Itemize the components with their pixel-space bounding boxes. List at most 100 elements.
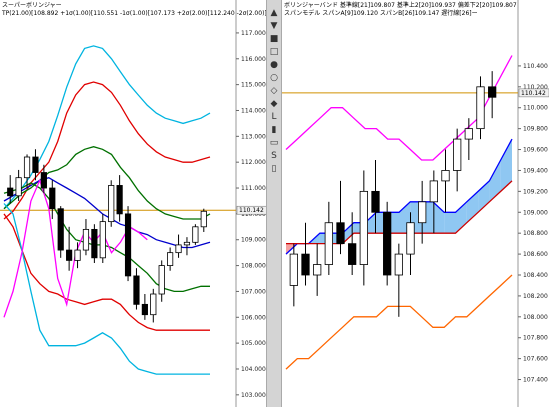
right-tick-label: 110.400 <box>523 63 548 70</box>
right-tick-label: 109.800 <box>523 126 548 133</box>
left-candle-body <box>158 265 165 295</box>
right-candle-body <box>418 201 427 224</box>
right-candle-body <box>313 264 322 276</box>
left-tick-label: 107.000 <box>241 288 266 295</box>
left-price-label: 110.142 <box>239 207 264 214</box>
right-tick-label: 109.200 <box>523 188 548 195</box>
right-candle-body <box>289 253 298 286</box>
left-candle-body <box>141 303 148 316</box>
right-tick-label: 108.800 <box>523 230 548 237</box>
left-candle-body <box>183 241 191 246</box>
right-candle-body <box>383 211 392 276</box>
right-tick-label: 110.000 <box>523 105 548 112</box>
right-candle-body <box>348 243 357 265</box>
left-candle-body <box>23 156 31 179</box>
toolbar-icon[interactable]: S <box>269 151 279 161</box>
right-candle <box>324 201 333 275</box>
left-candle-body <box>116 185 123 215</box>
right-legend-text: スパンモデル スパンA[9]109.120 スパンB[26]109.147 遅行… <box>284 9 478 17</box>
right-candle <box>301 222 310 286</box>
right-candle <box>453 128 462 192</box>
left-candle-body <box>40 172 47 189</box>
left-candle <box>200 208 207 232</box>
left-candle-body <box>200 210 207 228</box>
toolbar-icon[interactable]: ◇ <box>269 86 279 96</box>
left-candle-body <box>32 156 39 173</box>
right-chart-panel[interactable]: 110.400 110.200 110.000 109.800 109.600 109.4… <box>282 0 549 407</box>
left-candle-body <box>175 244 182 254</box>
left-candle <box>175 234 182 258</box>
left-series-line <box>3 182 210 293</box>
left-candle <box>133 268 140 310</box>
right-cloud-segment <box>489 160 501 202</box>
toolbar-icon[interactable]: ▯ <box>269 164 279 174</box>
left-legend-text: スーパーボリンジャー <box>2 1 62 9</box>
toolbar-icon[interactable]: ● <box>269 60 279 70</box>
right-candle-body <box>453 138 462 171</box>
left-candle <box>108 180 115 227</box>
left-chart-panel[interactable]: 117.000 116.000 115.000 114.000 113.000 112.0… <box>0 0 267 407</box>
right-tick-label: 107.800 <box>523 335 548 342</box>
right-candle-body <box>441 170 450 182</box>
right-cloud-segment <box>500 139 512 192</box>
toolbar-icon[interactable]: ■ <box>269 34 279 44</box>
right-legend-text: ボリンジャーバンド 基準線[21]109.807 基準上2[20]109.937… <box>284 1 517 9</box>
right-candle-body <box>324 222 333 265</box>
toolbar-icon[interactable]: ◆ <box>269 99 279 109</box>
left-series-line <box>3 203 210 375</box>
left-candle-body <box>15 177 22 197</box>
left-candle <box>167 247 174 271</box>
left-candle-body <box>108 185 115 223</box>
right-candle <box>313 243 322 296</box>
left-candle-body <box>167 252 174 266</box>
toolbar-icon[interactable]: ○ <box>269 73 279 83</box>
left-candle <box>183 237 191 256</box>
right-candle-body <box>406 222 415 255</box>
right-candle <box>348 212 357 275</box>
left-tick-label: 104.000 <box>241 366 266 373</box>
right-candle-body <box>336 222 345 245</box>
left-tick-label: 106.000 <box>241 314 266 321</box>
right-candle <box>488 71 497 119</box>
toolbar-icon[interactable]: □ <box>269 47 279 57</box>
right-cloud-segment <box>444 212 456 234</box>
right-chart-svg: 110.400110.200110.000109.800109.600109.4… <box>282 0 549 407</box>
right-candle <box>336 180 345 255</box>
left-candle <box>99 213 106 263</box>
right-candle-body <box>488 86 497 98</box>
left-legend-text: TP(21.00)[108.892 +1σ(1.00)[110.551 -1σ(… <box>1 10 266 17</box>
left-y-axis: 117.000 116.000 115.000 114.000 113.000 112.0… <box>235 0 266 407</box>
toolbar-icon[interactable]: ▭ <box>269 138 279 148</box>
right-candle <box>418 180 427 244</box>
right-candle-body <box>301 253 310 276</box>
left-candle <box>82 219 90 256</box>
toolbar-icon[interactable]: ▲ <box>269 8 279 18</box>
toolbar-icon[interactable]: ▼ <box>269 21 279 31</box>
left-candle <box>158 260 165 302</box>
left-tick-label: 112.000 <box>241 159 266 166</box>
right-candle <box>289 243 298 307</box>
left-tick-label: 109.000 <box>241 237 266 244</box>
left-candle-body <box>91 228 98 259</box>
right-tick-label: 108.600 <box>523 251 548 258</box>
left-series-line <box>3 176 211 249</box>
right-tick-label: 107.400 <box>523 377 548 384</box>
left-tick-label: 116.000 <box>241 56 266 63</box>
right-candle <box>476 76 485 140</box>
right-tick-label: 107.600 <box>523 356 548 363</box>
right-tick-label: 108.400 <box>523 272 548 279</box>
left-candle <box>150 288 157 323</box>
toolbar-icon[interactable]: ▮ <box>269 125 279 135</box>
left-candle <box>141 294 148 320</box>
left-series-line <box>3 81 211 220</box>
right-candle-body <box>394 253 403 276</box>
left-candle <box>49 180 56 220</box>
right-price-label: 110.142 <box>521 90 546 97</box>
left-candle <box>74 242 81 269</box>
left-candle-body <box>192 226 199 243</box>
right-tick-label: 108.200 <box>523 293 548 300</box>
right-candle <box>359 170 368 286</box>
left-tick-label: 111.000 <box>241 185 266 192</box>
left-candle-body <box>133 275 140 305</box>
toolbar-icon[interactable]: L <box>269 112 279 122</box>
